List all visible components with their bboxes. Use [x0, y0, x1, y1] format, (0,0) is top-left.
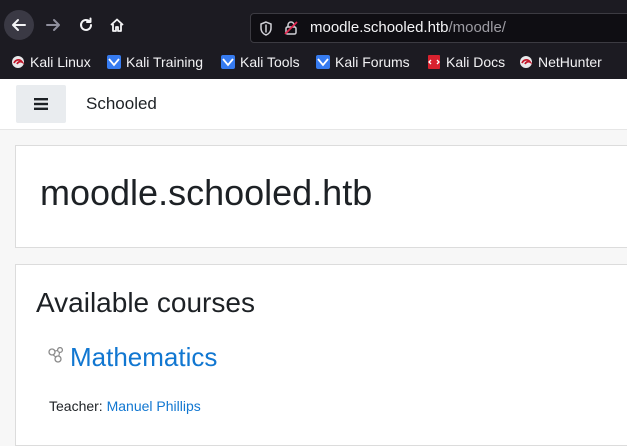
bookmark-label: Kali Docs [446, 54, 506, 70]
forward-button[interactable] [38, 10, 68, 40]
bookmarks-toolbar: Kali Linux Kali Training Kali Tools Kali… [0, 51, 627, 75]
bookmark-label: Kali Linux [30, 54, 91, 70]
bookmark-kali-docs[interactable]: Kali Docs [427, 54, 505, 70]
bookmark-kali-linux[interactable]: Kali Linux [11, 54, 91, 70]
course-category-icon [48, 347, 64, 363]
bookmark-kali-forums[interactable]: Kali Forums [316, 54, 410, 70]
reload-icon [80, 17, 92, 31]
teacher-profile-link[interactable]: Manuel Phillips [107, 398, 201, 414]
kali-training-icon [107, 55, 121, 69]
insecure-lock-icon[interactable] [283, 20, 299, 36]
page-header-card: moodle.schooled.htb [15, 145, 627, 248]
kali-forums-icon [316, 55, 330, 69]
kali-tools-icon [221, 55, 235, 69]
bookmark-label: Kali Forums [335, 54, 410, 70]
reload-button[interactable] [71, 10, 101, 40]
bookmark-nethunter[interactable]: NetHunter [519, 54, 602, 70]
bookmark-label: Kali Tools [240, 54, 300, 70]
bookmark-label: NetHunter [538, 54, 602, 70]
drawer-toggle-button[interactable] [16, 85, 66, 123]
shield-icon[interactable] [259, 21, 273, 36]
home-icon [110, 18, 124, 32]
back-button[interactable] [4, 10, 34, 40]
site-name-link[interactable]: Schooled [86, 94, 157, 114]
browser-toolbar: moodle.schooled.htb/moodle/ Kali Linux K… [0, 0, 627, 79]
hamburger-menu-icon [34, 98, 48, 110]
url-host: moodle.schooled.htb [310, 19, 449, 36]
url-text[interactable]: moodle.schooled.htb/moodle/ [310, 19, 506, 36]
address-bar[interactable]: moodle.schooled.htb/moodle/ [250, 13, 627, 43]
bookmark-label: Kali Training [126, 54, 204, 70]
url-path: /moodle/ [448, 19, 506, 36]
available-courses-card: Available courses Mathematics Teacher: M… [15, 264, 627, 446]
kali-docs-icon [428, 55, 440, 69]
arrow-right-icon [46, 19, 60, 31]
nethunter-icon [520, 56, 533, 68]
bookmark-kali-tools[interactable]: Kali Tools [221, 54, 300, 70]
kali-dragon-icon [12, 56, 25, 68]
site-navbar: Schooled [0, 79, 627, 130]
home-button[interactable] [102, 10, 132, 40]
section-title: Available courses [36, 287, 255, 318]
page-title: moodle.schooled.htb [40, 172, 373, 213]
teacher-label: Teacher: [49, 398, 103, 414]
bookmark-kali-training[interactable]: Kali Training [107, 54, 203, 70]
course-teacher: Teacher: Manuel Phillips [49, 398, 201, 414]
course-link-mathematics[interactable]: Mathematics [70, 342, 217, 373]
arrow-left-icon [12, 19, 26, 31]
